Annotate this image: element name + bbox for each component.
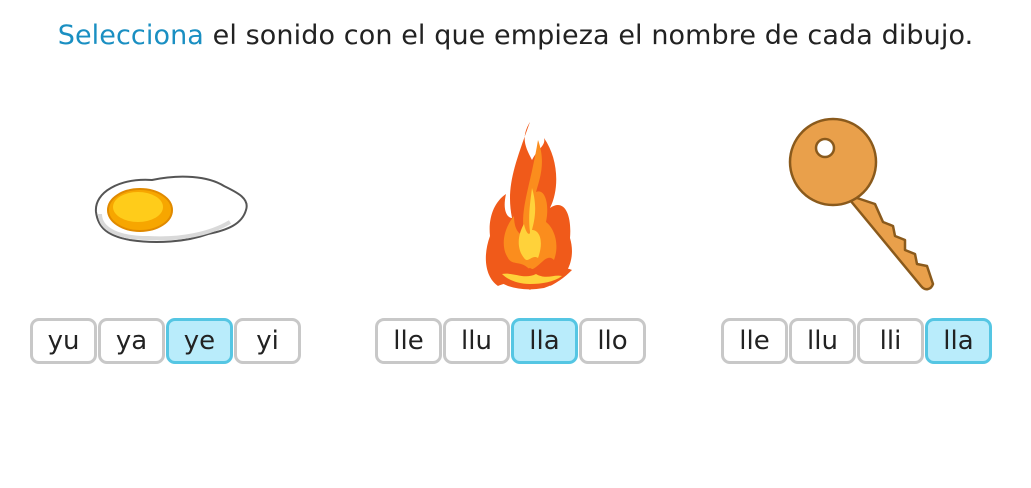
option-lle[interactable]: lle bbox=[721, 318, 788, 364]
item-picture bbox=[721, 110, 1021, 300]
exercise-item-key: lle llu lli lla bbox=[721, 0, 1021, 380]
option-group: lle llu lli lla bbox=[721, 318, 992, 364]
option-llu[interactable]: llu bbox=[443, 318, 510, 364]
option-yi[interactable]: yi bbox=[234, 318, 301, 364]
option-lle[interactable]: lle bbox=[375, 318, 442, 364]
exercise-item-fire: lle llu lla llo bbox=[375, 0, 675, 380]
option-lla[interactable]: lla bbox=[511, 318, 578, 364]
option-llu[interactable]: llu bbox=[789, 318, 856, 364]
item-picture bbox=[30, 110, 330, 300]
fried-egg-icon bbox=[94, 175, 248, 243]
option-lla[interactable]: lla bbox=[925, 318, 992, 364]
option-ye[interactable]: ye bbox=[166, 318, 233, 364]
fire-icon bbox=[485, 122, 572, 290]
option-ya[interactable]: ya bbox=[98, 318, 165, 364]
option-group: yu ya ye yi bbox=[30, 318, 301, 364]
exercise-page: Selecciona el sonido con el que empieza … bbox=[0, 0, 1031, 488]
option-llo[interactable]: llo bbox=[579, 318, 646, 364]
option-lli[interactable]: lli bbox=[857, 318, 924, 364]
option-yu[interactable]: yu bbox=[30, 318, 97, 364]
key-icon bbox=[788, 117, 935, 291]
item-picture bbox=[375, 110, 675, 300]
option-group: lle llu lla llo bbox=[375, 318, 646, 364]
exercise-item-egg: yu ya ye yi bbox=[30, 0, 330, 380]
